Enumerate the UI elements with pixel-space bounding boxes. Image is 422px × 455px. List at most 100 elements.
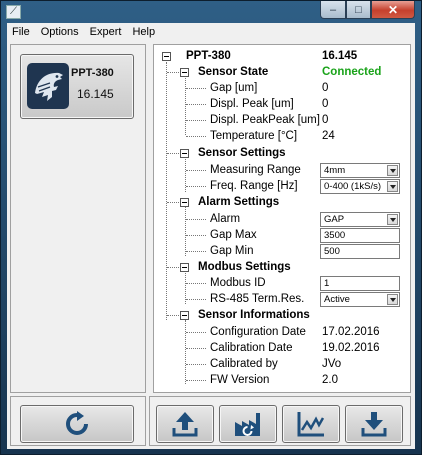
app-window: ⟋ – □ ✕ File Options Expert Help PPT-380…: [0, 0, 422, 455]
tree-node-alarm-settings[interactable]: Alarm Settings: [154, 194, 412, 210]
connection-status: Connected: [322, 66, 382, 78]
refresh-button[interactable]: [20, 405, 134, 443]
calibrated-by-label: Calibrated by: [210, 358, 278, 370]
alarm-settings-label: Alarm Settings: [198, 196, 280, 208]
tree-leaf-modbus-id: Modbus ID 1: [154, 275, 412, 291]
collapse-icon[interactable]: [180, 198, 189, 207]
device-name: PPT-380: [71, 67, 114, 79]
gap-min-input[interactable]: 500: [320, 244, 400, 259]
modbus-id-input[interactable]: 1: [320, 276, 400, 291]
maximize-button[interactable]: □: [346, 1, 371, 19]
root-label: PPT-380: [186, 50, 231, 62]
rs485-select[interactable]: Active: [320, 292, 400, 307]
sensor-info-label: Sensor Informations: [198, 309, 310, 321]
tree-leaf-calibrated-by[interactable]: Calibrated by JVo: [154, 356, 412, 372]
alarm-select[interactable]: GAP: [320, 212, 400, 227]
tree-leaf-calibration-date[interactable]: Calibration Date 19.02.2016: [154, 340, 412, 356]
temperature-value: 24: [322, 130, 335, 142]
calibrated-by-value: JVo: [322, 358, 342, 370]
chart-button[interactable]: [282, 405, 340, 443]
freq-range-value: 0-400 (1kS/s): [324, 181, 382, 192]
upload-button[interactable]: [156, 405, 214, 443]
factory-reset-icon: [235, 413, 260, 436]
collapse-icon[interactable]: [162, 52, 171, 61]
tree-leaf-temperature[interactable]: Temperature [°C] 24: [154, 128, 412, 144]
menu-help[interactable]: Help: [127, 26, 161, 38]
device-value: 16.145: [77, 87, 114, 101]
bottom-toolbar-panel: [149, 396, 411, 446]
tree-leaf-config-date[interactable]: Configuration Date 17.02.2016: [154, 324, 412, 340]
dropdown-arrow-icon[interactable]: [387, 214, 398, 225]
tree-leaf-freq-range: Freq. Range [Hz] 0-400 (1kS/s): [154, 178, 412, 194]
collapse-icon[interactable]: [180, 68, 189, 77]
sensor-state-label: Sensor State: [198, 66, 269, 78]
menu-options[interactable]: Options: [36, 26, 85, 38]
root-value: 16.145: [322, 50, 358, 62]
title-bar: ⟋ – □ ✕: [1, 1, 421, 23]
menu-expert[interactable]: Expert: [85, 26, 128, 38]
sensor-settings-label: Sensor Settings: [198, 147, 286, 159]
calibration-date-label: Calibration Date: [210, 342, 293, 354]
tree-leaf-displ-peak[interactable]: Displ. Peak [um] 0: [154, 96, 412, 112]
temperature-label: Temperature [°C]: [210, 130, 298, 142]
chart-icon: [297, 412, 325, 437]
rs485-label: RS-485 Term.Res.: [210, 293, 305, 305]
tree-leaf-fw-version[interactable]: FW Version 2.0: [154, 372, 412, 388]
measuring-range-value: 4mm: [324, 165, 346, 176]
download-button[interactable]: [345, 405, 403, 443]
dropdown-arrow-icon[interactable]: [387, 294, 398, 305]
device-button[interactable]: PPT-380 16.145: [20, 54, 134, 119]
measuring-range-label: Measuring Range: [210, 164, 301, 176]
tree-leaf-gap-min: Gap Min 500: [154, 243, 412, 259]
displ-peak-value: 0: [322, 98, 329, 110]
sensor-tree-panel: PPT-380 16.145 Sensor State Connected Ga…: [153, 44, 411, 393]
tree-node-sensor-state[interactable]: Sensor State Connected: [154, 64, 412, 80]
tree-leaf-gap[interactable]: Gap [um] 0: [154, 80, 412, 96]
gap-max-input[interactable]: 3500: [320, 228, 400, 243]
measuring-range-select[interactable]: 4mm: [320, 163, 400, 178]
tree-leaf-rs485: RS-485 Term.Res. Active: [154, 291, 412, 307]
tree-node-sensor-settings[interactable]: Sensor Settings: [154, 145, 412, 161]
freq-range-select[interactable]: 0-400 (1kS/s): [320, 179, 400, 194]
freq-range-label: Freq. Range [Hz]: [210, 180, 298, 192]
collapse-icon[interactable]: [180, 263, 189, 272]
menu-file[interactable]: File: [7, 26, 36, 38]
gap-label: Gap [um]: [210, 82, 258, 94]
modbus-settings-label: Modbus Settings: [198, 261, 291, 273]
tree-leaf-measuring-range: Measuring Range 4mm: [154, 162, 412, 178]
tree-leaf-displ-peakpeak[interactable]: Displ. PeakPeak [um] 0: [154, 112, 412, 128]
window-controls: – □ ✕: [320, 1, 415, 20]
alarm-value: GAP: [324, 214, 345, 225]
collapse-icon[interactable]: [180, 311, 189, 320]
factory-reset-button[interactable]: [219, 405, 277, 443]
tree-leaf-alarm: Alarm GAP: [154, 211, 412, 227]
close-button[interactable]: ✕: [371, 1, 415, 19]
gap-max-label: Gap Max: [210, 229, 257, 241]
displ-peakpeak-value: 0: [322, 114, 329, 126]
upload-icon: [172, 412, 198, 437]
gap-min-label: Gap Min: [210, 245, 254, 257]
tree-node-modbus-settings[interactable]: Modbus Settings: [154, 259, 412, 275]
config-date-value: 17.02.2016: [322, 326, 380, 338]
menu-bar: File Options Expert Help: [7, 23, 415, 40]
calibration-date-value: 19.02.2016: [322, 342, 380, 354]
minimize-button[interactable]: –: [320, 1, 346, 19]
dropdown-arrow-icon[interactable]: [387, 165, 398, 176]
bottom-left-panel: [10, 396, 146, 446]
displ-peakpeak-label: Displ. PeakPeak [um]: [210, 114, 320, 126]
refresh-icon: [66, 411, 88, 435]
rs485-value: Active: [324, 294, 350, 305]
fw-version-label: FW Version: [210, 374, 270, 386]
displ-peak-label: Displ. Peak [um]: [210, 98, 294, 110]
tree-node-sensor-info[interactable]: Sensor Informations: [154, 307, 412, 323]
tree-leaf-gap-max: Gap Max 3500: [154, 227, 412, 243]
device-list-panel: PPT-380 16.145: [10, 44, 146, 393]
dropdown-arrow-icon[interactable]: [387, 181, 398, 192]
alarm-label: Alarm: [210, 213, 241, 225]
gap-value: 0: [322, 82, 329, 94]
collapse-icon[interactable]: [180, 149, 189, 158]
tree-root-row[interactable]: PPT-380 16.145: [154, 48, 412, 64]
fw-version-value: 2.0: [322, 374, 338, 386]
app-logo-icon[interactable]: ⟋: [6, 5, 21, 19]
client-area: PPT-380 16.145 PPT-380 16.145 Sensor Sta…: [7, 40, 415, 449]
